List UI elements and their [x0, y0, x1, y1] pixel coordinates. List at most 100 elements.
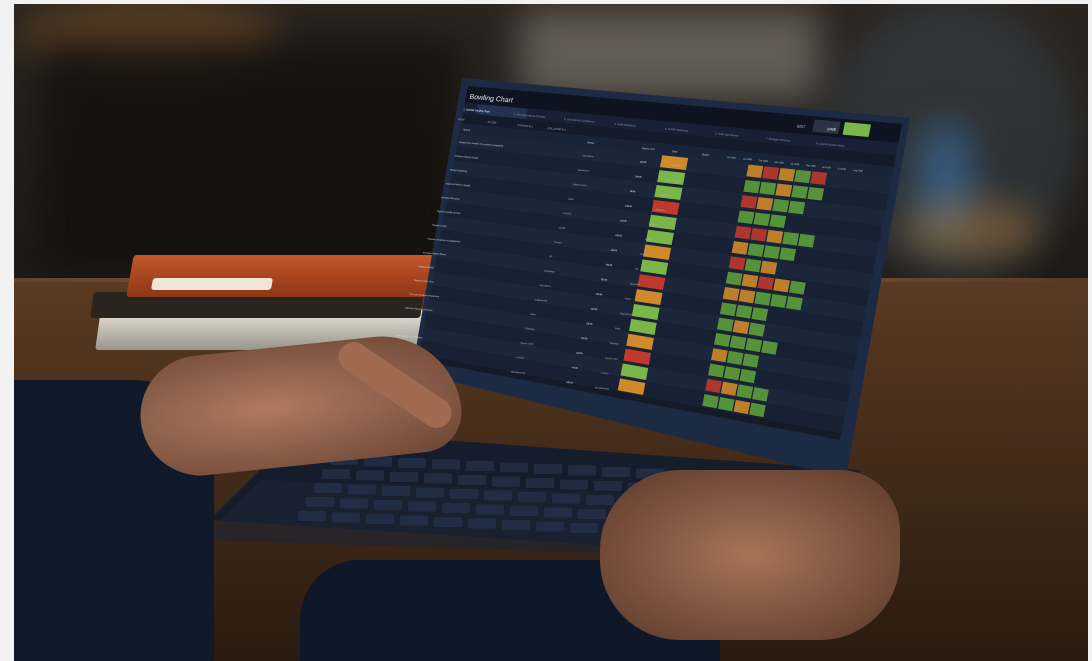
keyboard-key-1-5 [466, 461, 494, 471]
bowler-cell-13-2 [726, 350, 744, 365]
keyboard-key-4-7 [510, 506, 538, 516]
frame-top [0, 0, 1092, 4]
bowler-cell-2-5 [807, 186, 825, 201]
bowler-cell-2-3 [775, 183, 793, 197]
bowler-cell-14-3 [739, 368, 757, 384]
bowler-cell-10-2 [735, 304, 753, 319]
bowler-cell-6-3 [763, 245, 781, 259]
row-label-14[interactable]: Reduce Inventory [400, 320, 419, 325]
bowler-cell-2-4 [791, 185, 809, 199]
toolbar-item-filter[interactable]: FILTER [487, 120, 497, 125]
keyboard-key-5-5 [434, 517, 462, 527]
bowler-cell-9-5 [785, 296, 803, 311]
bowler-cell-11-1 [716, 317, 734, 332]
bowler-cell-9-2 [738, 289, 756, 304]
bowler-cell-1-5 [810, 171, 828, 185]
row-label-11[interactable]: Reduce Cycle Time [414, 280, 435, 284]
keyboard-key-4-2 [340, 498, 368, 509]
bowler-cell-9-4 [770, 293, 787, 308]
keyboard-key-2-8 [560, 479, 588, 490]
keyboard-key-3-6 [484, 490, 512, 501]
bowler-cell-13-3 [742, 353, 760, 368]
bowler-cell-7-2 [744, 258, 762, 273]
keyboard-key-2-7 [526, 478, 554, 488]
keyboard-key-3-9 [586, 495, 614, 505]
bowler-cell-10-3 [751, 307, 769, 322]
bowler-cell-12-4 [761, 340, 778, 355]
photo-scene: Bowling Chart EDIT SAVE 1. NOISE Healthy St… [0, 0, 1092, 661]
bowler-cell-7-1 [728, 256, 746, 271]
bowler-cell-5-3 [766, 229, 784, 244]
bowler-cell-3-3 [772, 198, 790, 213]
header-button-edit[interactable] [812, 119, 841, 135]
bowler-cell-1-2 [762, 166, 780, 180]
bowler-cell-12-3 [745, 338, 763, 353]
bowler-cell-12-1 [714, 332, 731, 347]
keyboard-key-3-8 [552, 493, 580, 504]
frame-right [1088, 0, 1092, 661]
bowler-cell-6-4 [779, 247, 797, 262]
column-header-owner: Owner [586, 140, 595, 145]
header-button-save-label[interactable]: SAVE [827, 127, 838, 132]
frame-left [0, 0, 14, 661]
keyboard-key-5-2 [332, 512, 360, 523]
keyboard-key-1-6 [500, 462, 528, 473]
keyboard-key-3-4 [416, 487, 444, 498]
bowler-cell-5-5 [798, 233, 815, 248]
right-hand [600, 470, 900, 640]
keyboard-key-2-6 [492, 476, 520, 487]
bowler-cell-4-1 [737, 210, 755, 224]
keyboard-key-4-1 [306, 497, 334, 507]
keyboard-key-3-1 [314, 483, 342, 493]
bowler-cell-2-1 [743, 179, 761, 194]
keyboard-key-3-5 [450, 489, 478, 499]
bowler-cell-9-3 [754, 291, 772, 306]
keyboard-key-2-5 [458, 475, 486, 485]
bowler-cell-13-1 [711, 348, 728, 363]
keyboard-key-2-2 [356, 470, 384, 481]
keyboard-key-4-6 [476, 504, 504, 515]
bowler-cell-5-1 [734, 225, 752, 240]
keyboard-key-1-8 [568, 465, 596, 476]
keyboard-key-5-3 [366, 514, 394, 524]
keyboard-key-3-7 [518, 492, 546, 502]
bowler-cell-8-2 [741, 273, 759, 288]
bowler-cell-11-2 [732, 320, 750, 335]
keyboard-key-4-4 [408, 501, 436, 512]
keyboard-key-4-3 [374, 500, 402, 510]
keyboard-key-2-9 [594, 481, 622, 491]
bowler-cell-11-3 [748, 322, 766, 337]
bowler-cell-5-4 [782, 231, 800, 246]
keyboard-key-3-2 [348, 484, 376, 495]
bowler-cell-1-4 [794, 169, 812, 184]
bowler-cell-2-2 [759, 181, 777, 196]
keyboard-key-5-9 [570, 523, 598, 533]
header-button-save[interactable] [842, 122, 872, 137]
bowler-cell-9-1 [722, 287, 740, 301]
keyboard-key-2-3 [390, 472, 418, 482]
keyboard-key-4-9 [578, 509, 606, 519]
bowler-cell-4-2 [753, 212, 771, 226]
keyboard-key-4-5 [442, 503, 470, 513]
bowler-cell-5-2 [750, 227, 768, 242]
keyboard-key-5-7 [502, 520, 530, 530]
keyboard-key-1-4 [432, 459, 460, 470]
keyboard-key-2-1 [322, 469, 350, 479]
keyboard-key-5-6 [468, 518, 496, 529]
keyboard-key-1-9 [602, 467, 630, 477]
keyboard-key-1-3 [398, 458, 426, 468]
bowler-cell-6-2 [747, 243, 765, 257]
bowler-cell-14-2 [723, 366, 741, 381]
bowler-cell-3-1 [740, 195, 758, 209]
bowler-cell-15-4 [752, 387, 769, 402]
keyboard-key-1-7 [534, 464, 562, 474]
bowler-cell-8-1 [725, 271, 743, 286]
bowler-cell-6-1 [731, 241, 749, 255]
bowler-cell-14-1 [708, 363, 725, 378]
keyboard-key-3-3 [382, 486, 410, 496]
bowler-cell-1-1 [746, 164, 764, 178]
keyboard-key-5-4 [400, 515, 428, 526]
bowler-cell-3-2 [756, 197, 774, 211]
bowler-cell-4-3 [769, 214, 787, 228]
bowler-cell-10-1 [719, 302, 737, 317]
